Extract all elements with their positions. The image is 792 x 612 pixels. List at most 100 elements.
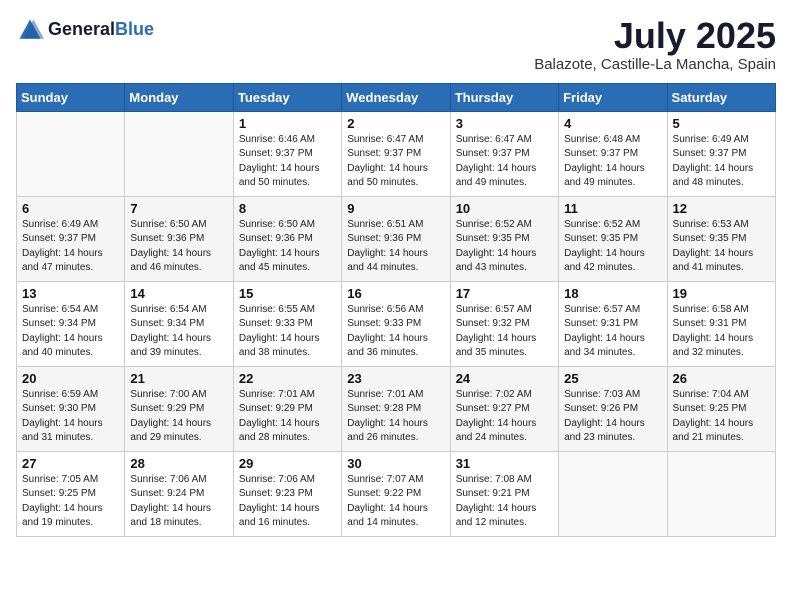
calendar-day-cell: [125, 111, 233, 196]
calendar-day-cell: 12 Sunrise: 6:53 AM Sunset: 9:35 PM Dayli…: [667, 196, 775, 281]
day-number: 28: [130, 456, 227, 471]
calendar-day-cell: 3Sunrise: 6:47 AM Sunset: 9:37 PM Daylig…: [450, 111, 558, 196]
day-info: Sunrise: 6:53 AM Sunset: 9:35 PM Dayligh…: [673, 218, 770, 276]
day-info: Sunrise: 6:46 AM Sunset: 9:37 PM Dayligh…: [239, 133, 336, 191]
calendar-day-cell: [17, 111, 125, 196]
calendar-body: 1 Sunrise: 6:46 AM Sunset: 9:37 PM Daylig…: [17, 111, 776, 536]
month-title: July 2025: [534, 16, 776, 56]
calendar-day-cell: 21 Sunrise: 7:00 AM Sunset: 9:29 PM Dayli…: [125, 366, 233, 451]
day-number: 21: [130, 371, 227, 386]
logo-text-general: General: [48, 19, 115, 39]
day-number: 3: [456, 116, 553, 131]
calendar-day-cell: [559, 451, 667, 536]
calendar-day-cell: 30Sunrise: 7:07 AM Sunset: 9:22 PM Dayli…: [342, 451, 450, 536]
day-info: Sunrise: 6:57 AM Sunset: 9:31 PM Dayligh…: [564, 303, 661, 361]
calendar-day-cell: 22 Sunrise: 7:01 AM Sunset: 9:29 PM Dayli…: [233, 366, 341, 451]
day-number: 2: [347, 116, 444, 131]
calendar-day-cell: 2 Sunrise: 6:47 AM Sunset: 9:37 PM Daylig…: [342, 111, 450, 196]
day-number: 13: [22, 286, 119, 301]
weekday-header: Wednesday: [342, 83, 450, 111]
calendar-day-cell: 29Sunrise: 7:06 AM Sunset: 9:23 PM Dayli…: [233, 451, 341, 536]
day-info: Sunrise: 7:03 AM Sunset: 9:26 PM Dayligh…: [564, 388, 661, 446]
calendar-day-cell: 20 Sunrise: 6:59 AM Sunset: 9:30 PM Dayli…: [17, 366, 125, 451]
logo-text-blue: Blue: [115, 19, 154, 39]
day-number: 1: [239, 116, 336, 131]
calendar-day-cell: 25 Sunrise: 7:03 AM Sunset: 9:26 PM Dayli…: [559, 366, 667, 451]
calendar-day-cell: 27 Sunrise: 7:05 AM Sunset: 9:25 PM Dayli…: [17, 451, 125, 536]
day-info: Sunrise: 6:59 AM Sunset: 9:30 PM Dayligh…: [22, 388, 119, 446]
location-title: Balazote, Castille-La Mancha, Spain: [534, 56, 776, 73]
calendar-week-row: 27 Sunrise: 7:05 AM Sunset: 9:25 PM Dayli…: [17, 451, 776, 536]
calendar-day-cell: 5 Sunrise: 6:49 AM Sunset: 9:37 PM Daylig…: [667, 111, 775, 196]
calendar-week-row: 6 Sunrise: 6:49 AM Sunset: 9:37 PM Daylig…: [17, 196, 776, 281]
day-number: 26: [673, 371, 770, 386]
day-number: 6: [22, 201, 119, 216]
logo-icon: [16, 16, 44, 44]
calendar-day-cell: [667, 451, 775, 536]
day-info: Sunrise: 6:49 AM Sunset: 9:37 PM Dayligh…: [22, 218, 119, 276]
day-info: Sunrise: 7:08 AM Sunset: 9:21 PM Dayligh…: [456, 473, 553, 531]
day-info: Sunrise: 6:50 AM Sunset: 9:36 PM Dayligh…: [239, 218, 336, 276]
weekday-header: Thursday: [450, 83, 558, 111]
day-number: 22: [239, 371, 336, 386]
calendar-header: SundayMondayTuesdayWednesdayThursdayFrid…: [17, 83, 776, 111]
day-info: Sunrise: 7:06 AM Sunset: 9:24 PM Dayligh…: [130, 473, 227, 531]
logo: GeneralBlue: [16, 16, 154, 44]
day-number: 11: [564, 201, 661, 216]
calendar-week-row: 1 Sunrise: 6:46 AM Sunset: 9:37 PM Daylig…: [17, 111, 776, 196]
day-number: 27: [22, 456, 119, 471]
calendar-week-row: 20 Sunrise: 6:59 AM Sunset: 9:30 PM Dayli…: [17, 366, 776, 451]
day-info: Sunrise: 6:55 AM Sunset: 9:33 PM Dayligh…: [239, 303, 336, 361]
day-number: 15: [239, 286, 336, 301]
day-number: 4: [564, 116, 661, 131]
day-number: 12: [673, 201, 770, 216]
weekday-header: Sunday: [17, 83, 125, 111]
calendar-day-cell: 16Sunrise: 6:56 AM Sunset: 9:33 PM Dayli…: [342, 281, 450, 366]
day-info: Sunrise: 7:01 AM Sunset: 9:29 PM Dayligh…: [239, 388, 336, 446]
day-info: Sunrise: 7:02 AM Sunset: 9:27 PM Dayligh…: [456, 388, 553, 446]
day-number: 7: [130, 201, 227, 216]
day-info: Sunrise: 6:52 AM Sunset: 9:35 PM Dayligh…: [456, 218, 553, 276]
calendar-day-cell: 23Sunrise: 7:01 AM Sunset: 9:28 PM Dayli…: [342, 366, 450, 451]
calendar-day-cell: 13Sunrise: 6:54 AM Sunset: 9:34 PM Dayli…: [17, 281, 125, 366]
day-number: 23: [347, 371, 444, 386]
day-info: Sunrise: 6:57 AM Sunset: 9:32 PM Dayligh…: [456, 303, 553, 361]
day-number: 30: [347, 456, 444, 471]
calendar-day-cell: 19Sunrise: 6:58 AM Sunset: 9:31 PM Dayli…: [667, 281, 775, 366]
day-number: 25: [564, 371, 661, 386]
day-info: Sunrise: 7:05 AM Sunset: 9:25 PM Dayligh…: [22, 473, 119, 531]
calendar-day-cell: 6 Sunrise: 6:49 AM Sunset: 9:37 PM Daylig…: [17, 196, 125, 281]
day-info: Sunrise: 6:58 AM Sunset: 9:31 PM Dayligh…: [673, 303, 770, 361]
day-info: Sunrise: 6:48 AM Sunset: 9:37 PM Dayligh…: [564, 133, 661, 191]
day-info: Sunrise: 6:50 AM Sunset: 9:36 PM Dayligh…: [130, 218, 227, 276]
calendar-day-cell: 18 Sunrise: 6:57 AM Sunset: 9:31 PM Dayli…: [559, 281, 667, 366]
calendar-day-cell: 24Sunrise: 7:02 AM Sunset: 9:27 PM Dayli…: [450, 366, 558, 451]
calendar-day-cell: 14 Sunrise: 6:54 AM Sunset: 9:34 PM Dayli…: [125, 281, 233, 366]
day-info: Sunrise: 6:49 AM Sunset: 9:37 PM Dayligh…: [673, 133, 770, 191]
weekday-row: SundayMondayTuesdayWednesdayThursdayFrid…: [17, 83, 776, 111]
day-number: 29: [239, 456, 336, 471]
day-number: 31: [456, 456, 553, 471]
calendar-day-cell: 11Sunrise: 6:52 AM Sunset: 9:35 PM Dayli…: [559, 196, 667, 281]
day-number: 5: [673, 116, 770, 131]
day-number: 16: [347, 286, 444, 301]
calendar-day-cell: 8Sunrise: 6:50 AM Sunset: 9:36 PM Daylig…: [233, 196, 341, 281]
day-info: Sunrise: 6:54 AM Sunset: 9:34 PM Dayligh…: [130, 303, 227, 361]
day-number: 20: [22, 371, 119, 386]
calendar-day-cell: 10Sunrise: 6:52 AM Sunset: 9:35 PM Dayli…: [450, 196, 558, 281]
day-info: Sunrise: 6:51 AM Sunset: 9:36 PM Dayligh…: [347, 218, 444, 276]
calendar-day-cell: 4 Sunrise: 6:48 AM Sunset: 9:37 PM Daylig…: [559, 111, 667, 196]
day-number: 18: [564, 286, 661, 301]
day-info: Sunrise: 6:47 AM Sunset: 9:37 PM Dayligh…: [347, 133, 444, 191]
calendar-day-cell: 28 Sunrise: 7:06 AM Sunset: 9:24 PM Dayli…: [125, 451, 233, 536]
calendar-day-cell: 26Sunrise: 7:04 AM Sunset: 9:25 PM Dayli…: [667, 366, 775, 451]
calendar-day-cell: 9Sunrise: 6:51 AM Sunset: 9:36 PM Daylig…: [342, 196, 450, 281]
calendar-table: SundayMondayTuesdayWednesdayThursdayFrid…: [16, 83, 776, 537]
day-info: Sunrise: 7:00 AM Sunset: 9:29 PM Dayligh…: [130, 388, 227, 446]
header: GeneralBlue July 2025 Balazote, Castille…: [16, 16, 776, 73]
weekday-header: Saturday: [667, 83, 775, 111]
calendar-day-cell: 7 Sunrise: 6:50 AM Sunset: 9:36 PM Daylig…: [125, 196, 233, 281]
day-number: 17: [456, 286, 553, 301]
day-number: 14: [130, 286, 227, 301]
calendar-day-cell: 1 Sunrise: 6:46 AM Sunset: 9:37 PM Daylig…: [233, 111, 341, 196]
